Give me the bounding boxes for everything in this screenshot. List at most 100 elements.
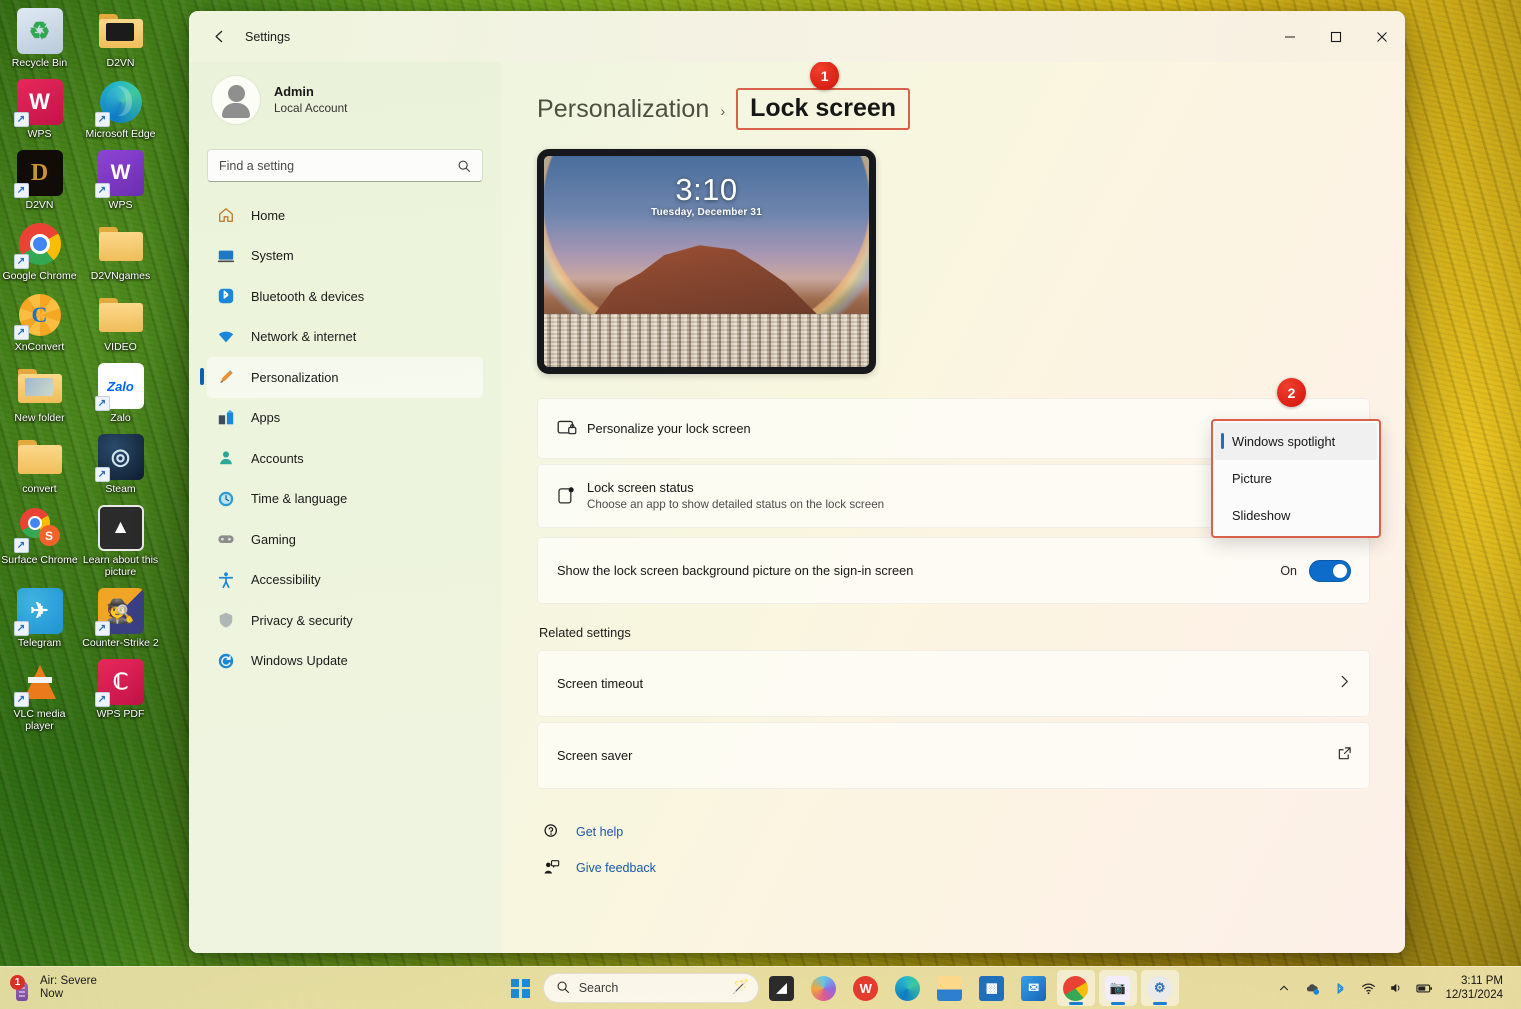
- privacy-security-icon: [215, 609, 237, 631]
- sidebar-item-bluetooth-devices[interactable]: Bluetooth & devices: [207, 276, 483, 317]
- desktop-icon-microsoft-edge[interactable]: ↗ Microsoft Edge: [81, 75, 160, 140]
- taskbar-app-google-chrome[interactable]: [1057, 970, 1095, 1006]
- desktop-icon-new-folder[interactable]: New folder: [0, 359, 79, 424]
- shortcut-arrow-icon: ↗: [95, 621, 110, 636]
- back-button[interactable]: [203, 21, 235, 53]
- desktop-icon-d2vn-folder[interactable]: D2VN: [81, 4, 160, 69]
- window-controls: [1267, 11, 1405, 62]
- give-feedback-icon: [541, 859, 561, 876]
- desktop-icon-google-chrome[interactable]: ↗ Google Chrome: [0, 217, 79, 282]
- wps-office-icon: W ↗: [17, 79, 63, 125]
- show-hidden-icons-button[interactable]: [1271, 973, 1297, 1003]
- desktop-icon-xnconvert[interactable]: ↗ XnConvert: [0, 288, 79, 353]
- desktop-icon-wps-writer[interactable]: W ↗ WPS: [81, 146, 160, 211]
- onedrive-tray-button[interactable]: [1299, 973, 1325, 1003]
- desktop-icon-telegram[interactable]: ✈ ↗ Telegram: [0, 584, 79, 649]
- file-explorer-icon: [937, 976, 962, 1001]
- show-lock-screen-background-toggle[interactable]: [1309, 560, 1351, 582]
- bluetooth-tray-button[interactable]: [1327, 973, 1353, 1003]
- sidebar-item-privacy-security[interactable]: Privacy & security: [207, 600, 483, 641]
- desktop-icon-wps[interactable]: W ↗ WPS: [0, 75, 79, 140]
- start-button[interactable]: [503, 971, 539, 1005]
- accessibility-icon: [215, 569, 237, 591]
- close-button[interactable]: [1359, 11, 1405, 62]
- desktop-icon-recycle-bin[interactable]: ♻ Recycle Bin: [0, 4, 79, 69]
- desktop-icon-label: VIDEO: [104, 341, 137, 353]
- desktop-icon-learn-about-picture[interactable]: ▲ Learn about this picture: [81, 501, 160, 578]
- lock-screen-clock: 3:10 Tuesday, December 31: [544, 173, 869, 218]
- minimize-button[interactable]: [1267, 11, 1313, 62]
- folder-pictures-icon: [17, 363, 63, 409]
- microsoft-store-icon: ▩: [979, 976, 1004, 1001]
- taskbar-app-outlook[interactable]: ✉: [1015, 970, 1053, 1006]
- desktop-icon-label: WPS PDF: [97, 708, 145, 720]
- taskbar-app-copilot[interactable]: [805, 970, 843, 1006]
- battery-tray-button[interactable]: [1411, 973, 1437, 1003]
- desktop-icon-d2vn-game[interactable]: D ↗ D2VN: [0, 146, 79, 211]
- sidebar-item-apps[interactable]: Apps: [207, 398, 483, 439]
- find-a-setting-placeholder: Find a setting: [219, 159, 457, 173]
- sidebar-item-network-internet[interactable]: Network & internet: [207, 317, 483, 358]
- sidebar-item-accessibility[interactable]: Accessibility: [207, 560, 483, 601]
- account-card[interactable]: Admin Local Account: [207, 62, 483, 124]
- desktop-icon-wps-pdf[interactable]: ℂ ↗ WPS PDF: [81, 655, 160, 732]
- search-icon: [457, 159, 471, 173]
- volume-tray-button[interactable]: [1383, 973, 1409, 1003]
- maximize-button[interactable]: [1313, 11, 1359, 62]
- taskbar-app-photos[interactable]: 📷: [1099, 970, 1137, 1006]
- shortcut-arrow-icon: ↗: [14, 254, 29, 269]
- lock-screen-icon: [557, 419, 587, 438]
- taskbar-app-wps-office[interactable]: W: [847, 970, 885, 1006]
- shortcut-arrow-icon: ↗: [95, 692, 110, 707]
- give-feedback-link[interactable]: Give feedback: [537, 859, 1370, 876]
- sidebar-item-label: Privacy & security: [251, 613, 353, 628]
- taskbar-app-microsoft-store[interactable]: ▩: [973, 970, 1011, 1006]
- dropdown-option-windows-spotlight[interactable]: Windows spotlight: [1215, 423, 1377, 460]
- taskbar-app-settings[interactable]: ⚙: [1141, 970, 1179, 1006]
- taskbar-search-box[interactable]: Search 🪄: [543, 973, 759, 1003]
- copilot-icon: [811, 976, 836, 1001]
- toggle-row-label: Show the lock screen background picture …: [557, 563, 1280, 578]
- sidebar-item-accounts[interactable]: Accounts: [207, 438, 483, 479]
- shortcut-arrow-icon: ↗: [14, 183, 29, 198]
- taskbar-app-microsoft-edge[interactable]: [889, 970, 927, 1006]
- sidebar-item-system[interactable]: System: [207, 236, 483, 277]
- learn-about-picture-icon: ▲: [98, 505, 144, 551]
- windows-start-icon: [511, 979, 530, 998]
- outlook-icon: ✉: [1021, 976, 1046, 1001]
- breadcrumb-current: Lock screen: [736, 88, 910, 130]
- find-a-setting-input[interactable]: Find a setting: [207, 149, 483, 182]
- taskbar-app-file-explorer-dark[interactable]: ◢: [763, 970, 801, 1006]
- breadcrumb-separator: ›: [720, 103, 725, 119]
- breadcrumb-parent[interactable]: Personalization: [537, 95, 709, 124]
- account-name: Admin: [274, 84, 347, 100]
- search-icon: [556, 980, 570, 997]
- lock-screen-date: Tuesday, December 31: [544, 207, 869, 218]
- desktop-icon-counter-strike-2[interactable]: 🕵 ↗ Counter-Strike 2: [81, 584, 160, 649]
- desktop-icon-surface-chrome[interactable]: S ↗ Surface Chrome: [0, 501, 79, 578]
- desktop-icon-steam[interactable]: ◎ ↗ Steam: [81, 430, 160, 495]
- sidebar-item-gaming[interactable]: Gaming: [207, 519, 483, 560]
- sidebar-item-windows-update[interactable]: Windows Update: [207, 641, 483, 682]
- bluetooth-icon: [215, 285, 237, 307]
- shortcut-arrow-icon: ↗: [14, 112, 29, 127]
- sidebar-item-home[interactable]: Home: [207, 195, 483, 236]
- taskbar-app-file-explorer[interactable]: [931, 970, 969, 1006]
- sidebar-item-time-language[interactable]: Time & language: [207, 479, 483, 520]
- wifi-tray-button[interactable]: [1355, 973, 1381, 1003]
- taskbar-clock[interactable]: 3:11 PM 12/31/2024: [1439, 974, 1513, 1002]
- screen-saver-row[interactable]: Screen saver: [537, 722, 1370, 789]
- screen-timeout-row[interactable]: Screen timeout: [537, 650, 1370, 717]
- dropdown-option-slideshow[interactable]: Slideshow: [1215, 497, 1377, 534]
- desktop-icon-video[interactable]: VIDEO: [81, 288, 160, 353]
- desktop-icon-convert[interactable]: convert: [0, 430, 79, 495]
- google-chrome-icon: ↗: [17, 221, 63, 267]
- sidebar-item-personalization[interactable]: Personalization: [207, 357, 483, 398]
- desktop-icon-zalo[interactable]: Zalo ↗ Zalo: [81, 359, 160, 424]
- get-help-link[interactable]: Get help: [537, 823, 1370, 840]
- desktop-icon-d2vngames[interactable]: D2VNgames: [81, 217, 160, 282]
- weather-widget[interactable]: 1 Air: Severe Now: [0, 975, 240, 1001]
- system-icon: [215, 245, 237, 267]
- dropdown-option-picture[interactable]: Picture: [1215, 460, 1377, 497]
- desktop-icon-vlc-media-player[interactable]: ↗ VLC media player: [0, 655, 79, 732]
